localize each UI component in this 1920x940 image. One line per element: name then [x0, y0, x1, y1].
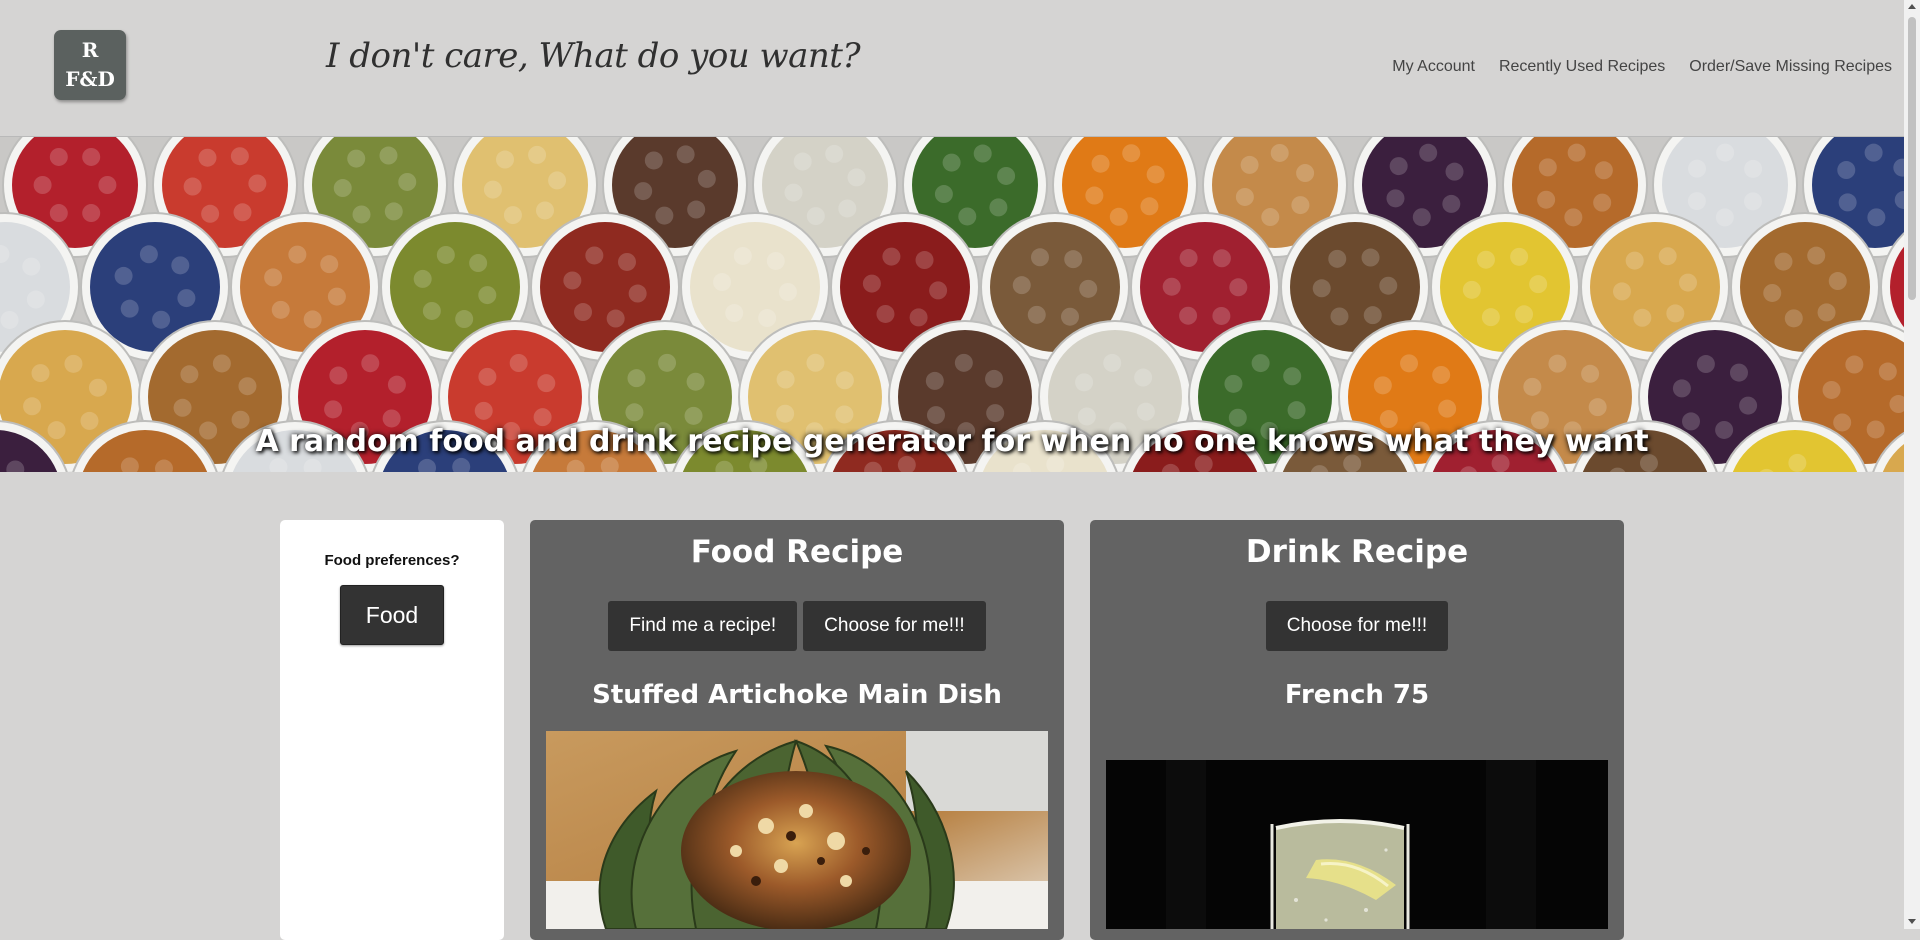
drink-button-row: Choose for me!!! — [1090, 601, 1624, 651]
food-button-row: Find me a recipe! Choose for me!!! — [530, 601, 1064, 651]
page-scrollbar[interactable] — [1904, 0, 1920, 929]
site-header: R F&D I don't care, What do you want? My… — [0, 0, 1904, 137]
food-preferences-label: Food preferences? — [324, 552, 460, 569]
scroll-thumb[interactable] — [1908, 17, 1916, 300]
food-dish-image — [546, 731, 1048, 929]
hero-headline: A random food and drink recipe generator… — [255, 424, 1649, 459]
ingredient-bowls-image — [0, 137, 1904, 472]
site-tagline: I don't care, What do you want? — [326, 36, 861, 76]
logo-line-2: F&D — [65, 67, 115, 91]
food-dish-name: Stuffed Artichoke Main Dish — [592, 680, 1002, 710]
drink-image — [1106, 760, 1608, 929]
nav-order-save-missing-recipes[interactable]: Order/Save Missing Recipes — [1689, 58, 1892, 76]
drink-recipe-card: Drink Recipe Choose for me!!! French 75 — [1090, 520, 1624, 940]
find-recipe-button[interactable]: Find me a recipe! — [608, 601, 798, 651]
nav-recently-used-recipes[interactable]: Recently Used Recipes — [1499, 58, 1665, 76]
drink-name: French 75 — [1284, 680, 1430, 710]
hero-banner: A random food and drink recipe generator… — [0, 137, 1904, 472]
main-nav: My Account Recently Used Recipes Order/S… — [1392, 58, 1892, 76]
choose-drink-button[interactable]: Choose for me!!! — [1265, 601, 1449, 651]
food-recipe-card: Food Recipe Find me a recipe! Choose for… — [530, 520, 1064, 940]
nav-my-account[interactable]: My Account — [1392, 58, 1475, 76]
drink-recipe-title: Drink Recipe — [1245, 534, 1469, 570]
site-logo[interactable]: R F&D — [54, 30, 126, 100]
food-preference-button[interactable]: Food — [340, 585, 444, 645]
preferences-panel: Food preferences? Food — [280, 520, 504, 940]
logo-line-1: R — [81, 38, 99, 62]
scroll-up-icon[interactable] — [1908, 4, 1916, 9]
choose-food-button[interactable]: Choose for me!!! — [803, 601, 986, 651]
scroll-down-icon[interactable] — [1908, 919, 1916, 924]
food-recipe-title: Food Recipe — [690, 534, 904, 570]
